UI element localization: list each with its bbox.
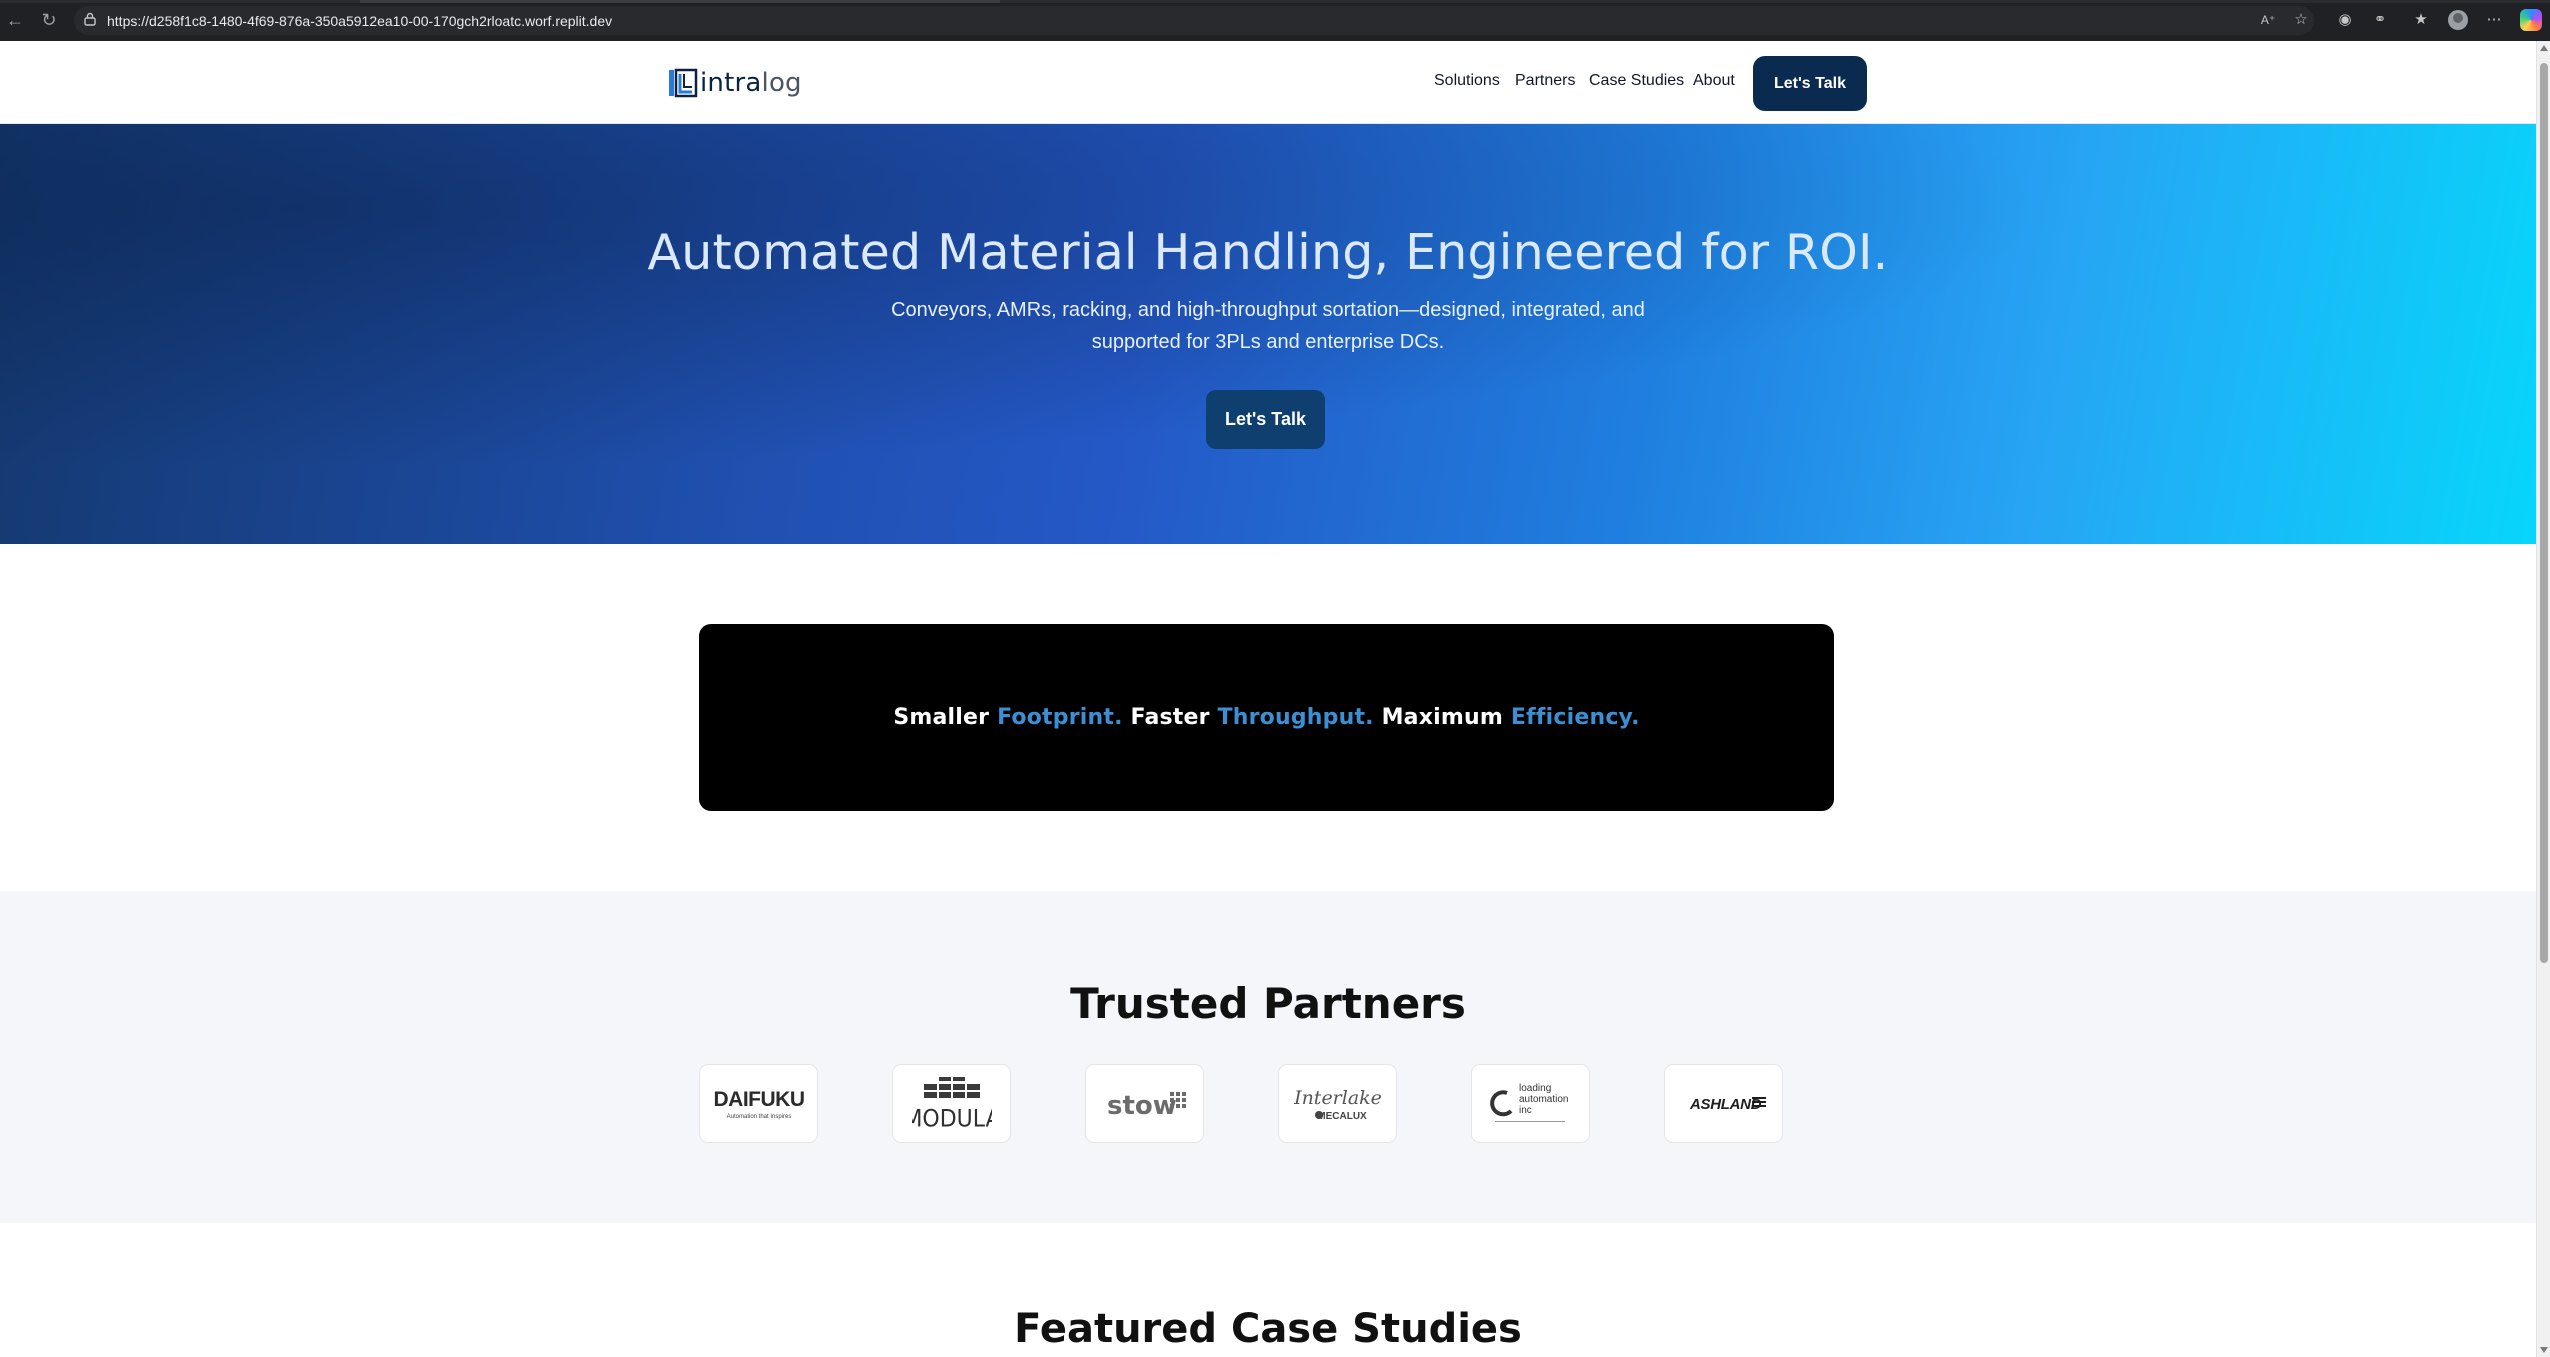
tagline-highlight: Efficiency. bbox=[1510, 705, 1640, 730]
read-aloud-icon[interactable]: A⁺ bbox=[2258, 10, 2278, 30]
tab-strip bbox=[0, 0, 2550, 3]
stow-logo: stow bbox=[1107, 1091, 1186, 1121]
partner-logo-daifuku: DAIFUKU Automation that Inspires bbox=[699, 1064, 818, 1143]
svg-text:Automation that Inspires: Automation that Inspires bbox=[726, 1114, 791, 1120]
tagline-highlight: Throughput. bbox=[1217, 705, 1374, 730]
header-lets-talk-button[interactable]: Let's Talk bbox=[1753, 56, 1867, 111]
browser-chrome: ← ↻ https://d258f1c8-1480-4f69-876a-350a… bbox=[0, 0, 2550, 41]
svg-text:MECALUX: MECALUX bbox=[1317, 1111, 1367, 1122]
favorites-icon[interactable]: ★ bbox=[2411, 10, 2431, 30]
partners-title: Trusted Partners bbox=[1070, 979, 1466, 1028]
partner-logo-modula: MODULA bbox=[892, 1064, 1011, 1143]
lock-icon bbox=[84, 12, 96, 26]
svg-text:DAIFUKU: DAIFUKU bbox=[713, 1088, 804, 1111]
back-icon[interactable]: ← bbox=[4, 9, 26, 31]
case-studies-title: Featured Case Studies bbox=[1014, 1306, 1522, 1352]
scrollbar-thumb[interactable] bbox=[2540, 63, 2548, 963]
site-header: intralog Solutions Partners Case Studies… bbox=[0, 41, 2536, 124]
favorite-star-icon[interactable]: ☆ bbox=[2291, 10, 2311, 30]
more-menu-icon[interactable]: ⋯ bbox=[2484, 10, 2504, 30]
svg-text:MODULA: MODULA bbox=[912, 1105, 992, 1131]
tagline-word: Maximum bbox=[1373, 705, 1511, 730]
nav-partners[interactable]: Partners bbox=[1515, 72, 1575, 90]
partner-logo-interlake: Interlake MECALUX bbox=[1278, 1064, 1397, 1143]
reload-icon[interactable]: ↻ bbox=[38, 9, 60, 31]
nav-solutions[interactable]: Solutions bbox=[1434, 72, 1500, 90]
partner-logo-ashland: ASHLAND bbox=[1664, 1064, 1783, 1143]
logo-text-intra: intra bbox=[700, 68, 762, 98]
page-scrollbar[interactable] bbox=[2536, 41, 2550, 1357]
partners-section: Trusted Partners DAIFUKU Automation that… bbox=[0, 891, 2536, 1223]
url-text[interactable]: https://d258f1c8-1480-4f69-876a-350a5912… bbox=[107, 13, 612, 29]
loading-automation-logo: loading automation inc bbox=[1489, 1083, 1568, 1122]
svg-text:inc: inc bbox=[1519, 1105, 1532, 1116]
svg-text:Interlake: Interlake bbox=[1293, 1087, 1382, 1109]
address-bar[interactable]: https://d258f1c8-1480-4f69-876a-350a5912… bbox=[74, 6, 2314, 35]
partner-logo-loading-automation: loading automation inc bbox=[1471, 1064, 1590, 1143]
svg-text:loading: loading bbox=[1519, 1083, 1551, 1094]
logo-text-log: log bbox=[761, 68, 802, 98]
browser-essentials-icon[interactable]: ⚭ bbox=[2370, 10, 2390, 30]
profile-avatar[interactable] bbox=[2448, 10, 2468, 30]
nav-about[interactable]: About bbox=[1693, 72, 1735, 90]
scroll-down-arrow-icon[interactable] bbox=[2540, 1347, 2548, 1353]
logo-mark-icon bbox=[669, 68, 698, 98]
ashland-logo: ASHLAND bbox=[1689, 1096, 1766, 1113]
daifuku-logo: DAIFUKU Automation that Inspires bbox=[713, 1088, 805, 1120]
hero-section: Automated Material Handling, Engineered … bbox=[0, 124, 2536, 544]
svg-text:stow: stow bbox=[1107, 1091, 1177, 1121]
tagline-highlight: Footprint. bbox=[997, 705, 1123, 730]
nav-case-studies[interactable]: Case Studies bbox=[1589, 72, 1684, 90]
svg-text:ASHLAND: ASHLAND bbox=[1689, 1096, 1762, 1113]
tagline-word: Smaller bbox=[893, 705, 998, 730]
scroll-up-arrow-icon[interactable] bbox=[2540, 45, 2548, 51]
logo-text: intralog bbox=[700, 68, 802, 98]
modula-logo: MODULA bbox=[912, 1076, 992, 1132]
extension-icon[interactable]: ◉ bbox=[2335, 10, 2355, 30]
hero-lets-talk-button[interactable]: Let's Talk bbox=[1206, 390, 1325, 449]
interlake-mecalux-logo: Interlake MECALUX bbox=[1293, 1087, 1382, 1122]
hero-title: Automated Material Handling, Engineered … bbox=[647, 224, 1889, 281]
logo[interactable]: intralog bbox=[668, 66, 802, 100]
svg-text:automation: automation bbox=[1519, 1094, 1568, 1105]
copilot-icon[interactable] bbox=[2520, 9, 2542, 31]
page-viewport: intralog Solutions Partners Case Studies… bbox=[0, 41, 2536, 1357]
hero-subtitle: Conveyors, AMRs, racking, and high-throu… bbox=[891, 299, 1645, 353]
tagline-banner: Smaller Footprint. Faster Throughput. Ma… bbox=[699, 624, 1834, 811]
partner-logo-stow: stow bbox=[1085, 1064, 1204, 1143]
tagline-word: Faster bbox=[1122, 705, 1218, 730]
